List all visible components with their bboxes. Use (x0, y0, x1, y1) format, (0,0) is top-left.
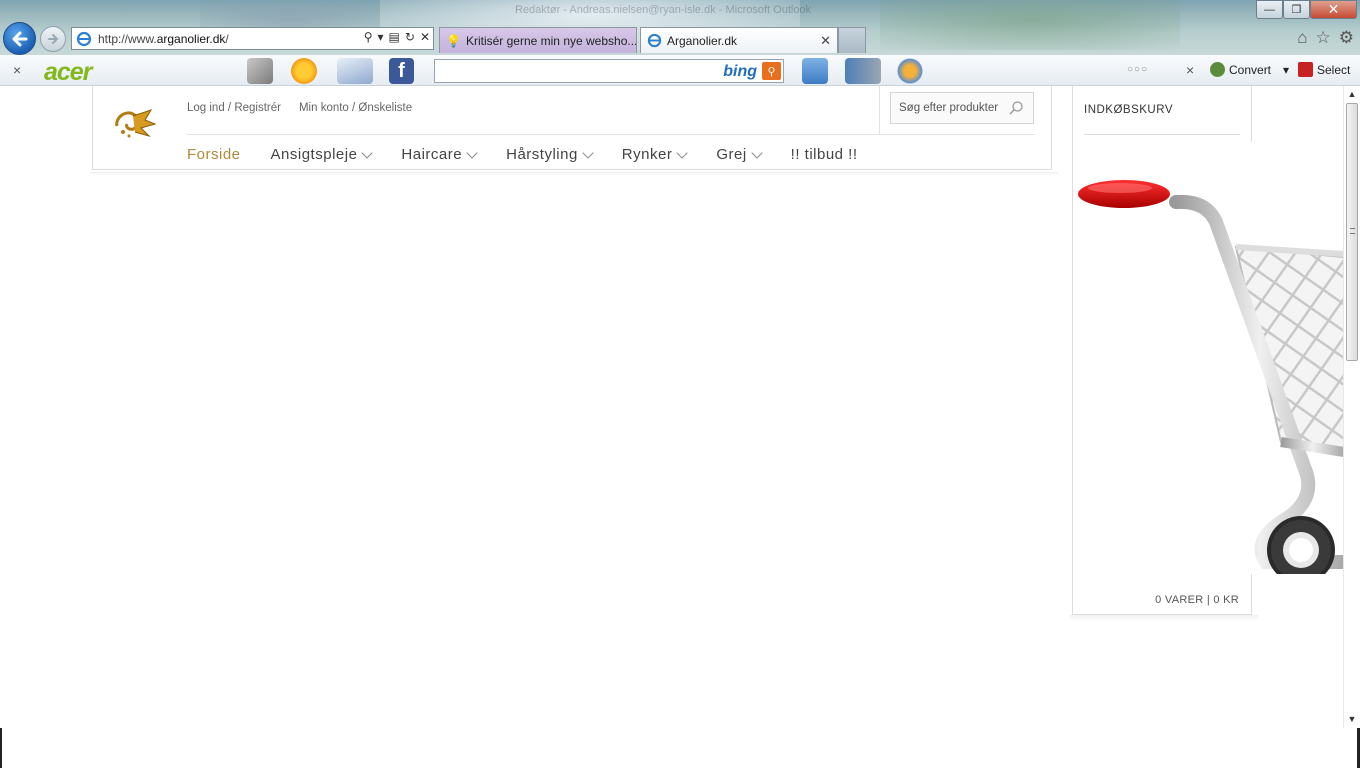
chevron-down-icon (582, 147, 594, 159)
convert-button[interactable]: Convert ▾ (1210, 62, 1289, 77)
nav-item-ansigtspleje[interactable]: Ansigtspleje (271, 146, 374, 163)
header-shadow (90, 172, 1058, 175)
mail-icon[interactable] (337, 58, 373, 84)
nav-item-rynker[interactable]: Rynker (622, 146, 688, 163)
search-icon[interactable]: ⚲ (364, 30, 373, 44)
refresh-icon[interactable]: ↻ (405, 30, 415, 44)
chevron-down-icon[interactable]: ▾ (1283, 63, 1289, 77)
login-register-link[interactable]: Log ind / Registrér (187, 102, 281, 114)
browser-right-icons: ⌂ ☆ ⚙ (1297, 28, 1354, 48)
scroll-down-arrow-icon[interactable]: ▼ (1347, 714, 1357, 724)
tab-label: Kritisér gerne min nye websho... (465, 33, 637, 48)
address-tools: ⚲ ▾ ▤ ↻ ✕ (364, 30, 430, 44)
convert-icon (1210, 62, 1225, 77)
title-bar: Redaktør - Andreas.nielsen@ryan-isle.dk … (0, 0, 1360, 55)
close-tab-icon[interactable]: ✕ (820, 33, 831, 49)
chevron-down-icon (676, 147, 688, 159)
minimize-button[interactable]: — (1256, 0, 1283, 19)
account-wishlist-link[interactable]: Min konto / Ønskeliste (299, 102, 412, 114)
new-tab-button[interactable] (838, 27, 866, 53)
close-window-button[interactable]: ✕ (1310, 0, 1357, 19)
tab-label: Arganolier.dk (667, 33, 738, 48)
ie-page-icon (76, 31, 92, 46)
page-viewport: Log ind / Registrér Min konto / Ønskelis… (0, 86, 1360, 728)
bing-search-input[interactable]: bing ⚲ (434, 59, 784, 83)
address-url[interactable]: http://www.arganolier.dk/ (98, 32, 229, 46)
window-controls: — ❐ ✕ (1256, 0, 1357, 19)
scroll-up-arrow-icon[interactable]: ▲ (1347, 89, 1357, 99)
nav-item-tilbud[interactable]: !! tilbud !! (791, 146, 858, 163)
cart-title: INDKØBSKURV (1084, 104, 1174, 116)
select-button[interactable]: Select (1298, 62, 1350, 77)
vertical-scrollbar[interactable]: ▲ ▼ (1343, 86, 1360, 728)
forward-button[interactable] (40, 26, 66, 52)
bing-search-button[interactable]: ⚲ (762, 62, 781, 80)
home-icon[interactable]: ⌂ (1297, 28, 1307, 48)
nav-item-grej[interactable]: Grej (716, 146, 763, 163)
account-links: Log ind / Registrér Min konto / Ønskelis… (187, 102, 412, 114)
shopping-cart-icon[interactable] (1076, 142, 1344, 574)
tab-arganolier[interactable]: Arganolier.dk ✕ (640, 27, 838, 53)
scroll-grip (1350, 228, 1355, 234)
car-icon[interactable] (247, 58, 273, 84)
bing-logo: bing (723, 63, 757, 80)
compat-view-icon[interactable]: ▤ (389, 30, 400, 44)
acer-toolbar: × acer f bing ⚲ ○○○ × Convert ▾ Select (0, 55, 1360, 86)
stop-icon[interactable]: ✕ (420, 30, 430, 44)
nav-item-haircare[interactable]: Haircare (401, 146, 478, 163)
search-placeholder: Søg efter produkter (899, 102, 999, 114)
ie-tab-icon (647, 33, 662, 48)
cart-divider (1084, 134, 1240, 135)
site-logo[interactable] (111, 106, 157, 140)
video-film-icon[interactable] (845, 58, 881, 84)
scrollbar-thumb[interactable] (1346, 103, 1358, 361)
product-search-input[interactable]: Søg efter produkter (890, 92, 1034, 124)
chevron-down-icon (361, 147, 374, 159)
back-arrow-icon (12, 31, 27, 46)
pdf-icon (1298, 62, 1313, 77)
chevron-down-icon (466, 147, 478, 159)
window-title: Redaktør - Andreas.nielsen@ryan-isle.dk … (515, 4, 812, 16)
status-bar (0, 728, 1360, 768)
nav-item-forside[interactable]: Forside (187, 146, 241, 163)
main-navigation: Forside Ansigtspleje Haircare Hårstyling… (187, 146, 888, 163)
maximize-button[interactable]: ❐ (1283, 0, 1310, 19)
cart-shadow (1070, 615, 1258, 621)
toolbar-close2-icon[interactable]: × (1186, 62, 1194, 78)
favorites-star-icon[interactable]: ☆ (1316, 28, 1331, 48)
site-header: Log ind / Registrér Min konto / Ønskelis… (92, 86, 1052, 170)
back-button[interactable] (3, 22, 36, 55)
toolbar-more-icon[interactable]: ○○○ (1127, 64, 1148, 75)
dropdown-icon[interactable]: ▾ (378, 30, 384, 44)
settings-gear-icon[interactable]: ⚙ (1339, 28, 1354, 48)
forward-arrow-icon (48, 34, 59, 44)
toolbar-close-icon[interactable]: × (13, 62, 21, 78)
header-divider-horizontal (187, 134, 1035, 135)
tab-kritiser[interactable]: 💡 Kritisér gerne min nye websho... (439, 27, 637, 53)
weather-sun-icon[interactable] (291, 58, 317, 84)
address-bar[interactable]: http://www.arganolier.dk/ ⚲ ▾ ▤ ↻ ✕ (71, 27, 434, 50)
nav-item-harstyling[interactable]: Hårstyling (506, 146, 594, 163)
browser-window: Redaktør - Andreas.nielsen@ryan-isle.dk … (0, 0, 1360, 768)
header-divider-vertical (879, 86, 880, 134)
thumbs-up-icon[interactable] (802, 58, 828, 84)
acer-logo: acer (44, 58, 92, 86)
search-icon[interactable] (1008, 100, 1024, 116)
facebook-icon[interactable]: f (389, 58, 414, 84)
lightbulb-icon: 💡 (446, 33, 461, 48)
game-icon[interactable] (895, 58, 925, 84)
chevron-down-icon (750, 147, 763, 159)
cart-summary[interactable]: 0 VARER | 0 KR (1155, 594, 1239, 606)
